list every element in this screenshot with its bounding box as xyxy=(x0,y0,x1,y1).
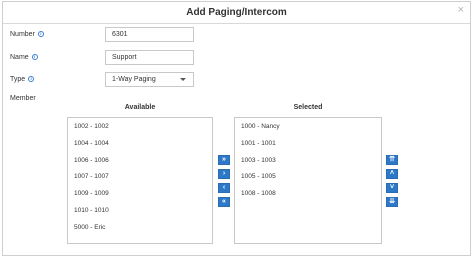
list-item[interactable]: 1005 - 1005 xyxy=(241,173,276,180)
type-select-value: 1-Way Paging xyxy=(112,76,156,83)
move-up-button[interactable]: ˄ xyxy=(386,169,398,179)
add-all-button[interactable]: » xyxy=(218,155,230,165)
list-item[interactable]: 1000 - Nancy xyxy=(241,123,280,130)
list-item[interactable]: 1008 - 1008 xyxy=(241,190,276,197)
info-icon[interactable]: i xyxy=(37,31,44,37)
available-heading: Available xyxy=(124,104,156,111)
list-item[interactable]: 1007 - 1007 xyxy=(74,173,109,180)
move-top-button[interactable]: ⇈ xyxy=(386,155,398,165)
member-label: Member xyxy=(10,95,36,102)
close-icon[interactable]: × xyxy=(458,5,464,16)
remove-all-button[interactable]: « xyxy=(218,197,230,207)
name-label: Name i xyxy=(10,54,38,61)
type-label: Type i xyxy=(10,76,35,83)
list-item[interactable]: 1006 - 1006 xyxy=(74,157,109,164)
dialog-header: Add Paging/Intercom × xyxy=(3,2,470,24)
list-item[interactable]: 1001 - 1001 xyxy=(241,140,276,147)
remove-button[interactable]: ‹ xyxy=(218,183,230,193)
move-bottom-button[interactable]: ⇊ xyxy=(386,197,398,207)
number-label-text: Number xyxy=(10,31,35,38)
type-label-text: Type xyxy=(10,76,26,83)
info-icon[interactable]: i xyxy=(31,54,38,60)
list-item[interactable]: 1009 - 1009 xyxy=(74,190,109,197)
list-item[interactable]: 1010 - 1010 xyxy=(74,207,109,214)
dialog-title: Add Paging/Intercom xyxy=(186,7,287,18)
number-label: Number i xyxy=(10,31,44,38)
list-item[interactable]: 1003 - 1003 xyxy=(241,157,276,164)
move-down-button[interactable]: ˅ xyxy=(386,183,398,193)
selected-list[interactable]: 1000 - Nancy 1001 - 1001 1003 - 1003 100… xyxy=(234,117,382,244)
available-list[interactable]: 1002 - 1002 1004 - 1004 1006 - 1006 1007… xyxy=(67,117,213,244)
list-item[interactable]: 5000 - Eric xyxy=(74,224,105,231)
add-button[interactable]: › xyxy=(218,169,230,179)
list-item[interactable]: 1004 - 1004 xyxy=(74,140,109,147)
info-icon[interactable]: i xyxy=(28,76,35,82)
chevron-down-icon xyxy=(180,78,186,81)
list-item[interactable]: 1002 - 1002 xyxy=(74,123,109,130)
number-input[interactable]: 6301 xyxy=(105,27,194,42)
name-input[interactable]: Support xyxy=(105,50,194,65)
name-label-text: Name xyxy=(10,54,29,61)
type-select[interactable]: 1-Way Paging xyxy=(105,72,194,87)
selected-heading: Selected xyxy=(293,104,323,111)
